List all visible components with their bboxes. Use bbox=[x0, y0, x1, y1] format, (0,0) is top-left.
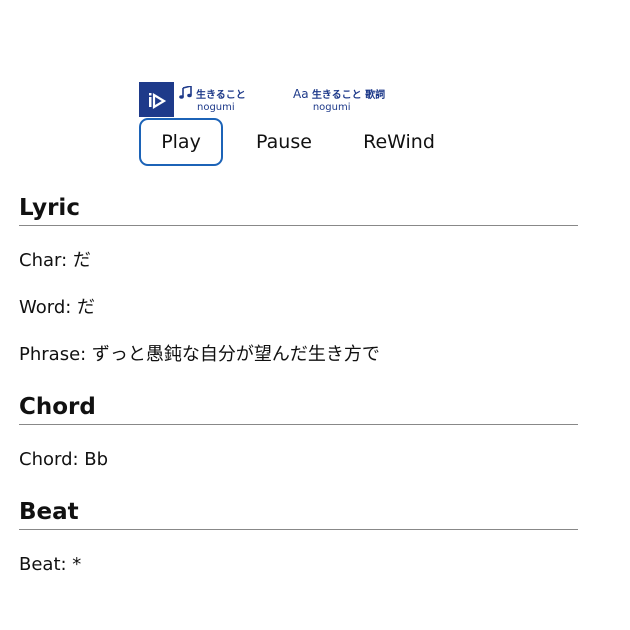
beat-section: Beat Beat: * bbox=[19, 497, 578, 575]
lyric-heading: Lyric bbox=[19, 193, 578, 226]
char-text: Char: だ bbox=[19, 250, 91, 271]
song-artist: nogumi bbox=[197, 102, 235, 113]
beat-heading: Beat bbox=[19, 497, 578, 530]
phrase-text: Phrase: ずっと愚鈍な自分が望んだ生き方で bbox=[19, 344, 380, 365]
lyrics-source-info[interactable]: Aa 生きること 歌詞 nogumi bbox=[293, 84, 386, 114]
font-aa-icon: Aa bbox=[293, 84, 309, 103]
lyrics-title: 生きること 歌詞 bbox=[311, 89, 386, 101]
chord-heading: Chord bbox=[19, 392, 578, 425]
word-text: Word: だ bbox=[19, 297, 96, 318]
play-button[interactable]: Play bbox=[139, 118, 223, 166]
beat-text: Beat: * bbox=[19, 554, 82, 575]
music-note-icon bbox=[179, 84, 193, 103]
chord-text: Chord: Bb bbox=[19, 449, 109, 470]
song-info[interactable]: 生きること nogumi bbox=[179, 84, 246, 113]
player-banner: 生きること nogumi Aa 生きること 歌詞 nogumi bbox=[139, 82, 385, 118]
page: 生きること nogumi Aa 生きること 歌詞 nogumi Play Pau… bbox=[0, 0, 630, 630]
chord-section: Chord Chord: Bb bbox=[19, 392, 578, 470]
lyrics-artist: nogumi bbox=[312, 102, 351, 113]
rewind-button[interactable]: ReWind bbox=[339, 118, 459, 166]
lyric-section: Lyric Char: だ Word: だ Phrase: ずっと愚鈍な自分が望… bbox=[19, 193, 578, 365]
playback-controls: Play Pause ReWind bbox=[139, 118, 459, 166]
pause-button[interactable]: Pause bbox=[229, 118, 339, 166]
svg-text:Aa: Aa bbox=[293, 87, 309, 99]
textalive-logo-icon bbox=[139, 82, 174, 117]
song-title: 生きること bbox=[196, 89, 246, 101]
